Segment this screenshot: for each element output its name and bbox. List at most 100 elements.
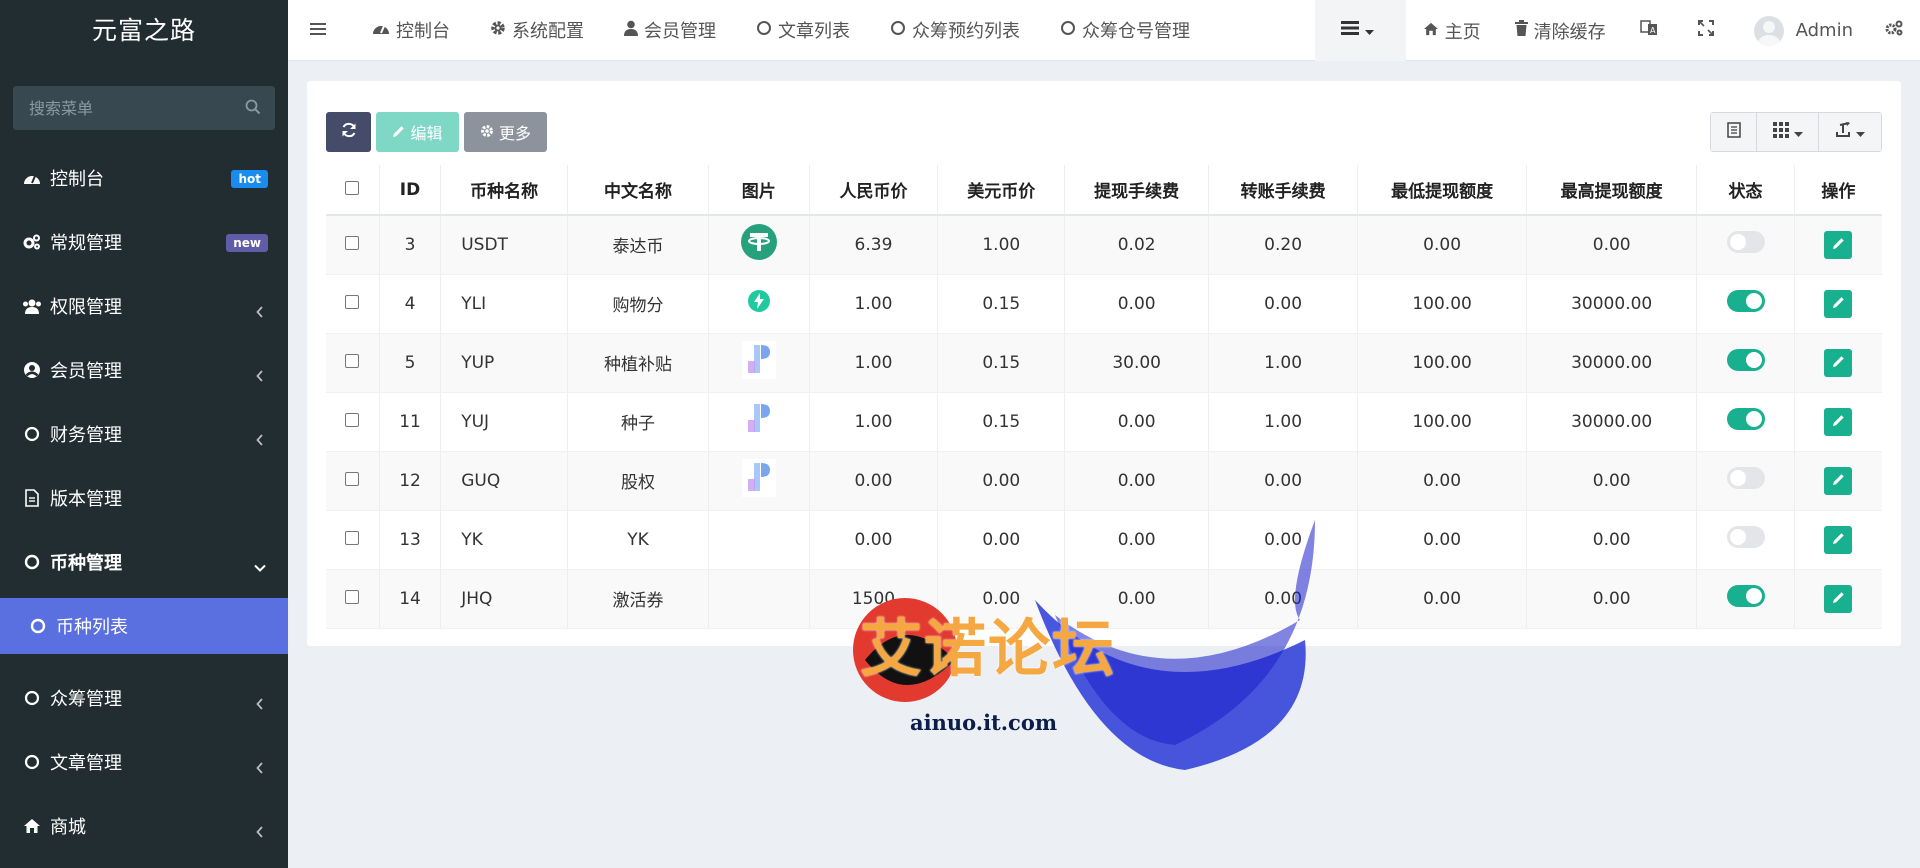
status-cell bbox=[1696, 274, 1795, 334]
row-checkbox[interactable] bbox=[345, 589, 360, 604]
status-toggle[interactable] bbox=[1726, 408, 1765, 430]
row-checkbox[interactable] bbox=[345, 235, 360, 250]
cell-usd: 0.15 bbox=[937, 392, 1066, 452]
table-row[interactable]: 12 GUQ 股权 0.00 0.00 0.00 0.00 0.00 0.00 bbox=[326, 451, 1882, 511]
toggle-view-button[interactable] bbox=[1711, 113, 1757, 151]
more-button[interactable]: 更多 bbox=[464, 112, 547, 152]
sidebar-item-label: 币种列表 bbox=[56, 617, 128, 638]
cell-tfee: 0.00 bbox=[1208, 274, 1359, 334]
pencil-icon bbox=[1832, 471, 1845, 491]
col-header[interactable]: 操作 bbox=[1794, 165, 1882, 216]
col-header[interactable]: 中文名称 bbox=[567, 165, 709, 216]
cell-name: 种植补贴 bbox=[567, 333, 709, 393]
tab-articles[interactable]: 文章列表 bbox=[736, 0, 870, 61]
currency-image-cell bbox=[708, 510, 810, 570]
sidebar-item-general[interactable]: 常规管理 new bbox=[0, 210, 288, 274]
sidebar-item-version[interactable]: 版本管理 bbox=[0, 466, 288, 530]
app-logo[interactable]: 元富之路 bbox=[0, 0, 288, 61]
search-icon[interactable] bbox=[245, 99, 261, 119]
sidebar-item-finance[interactable]: 财务管理 bbox=[0, 402, 288, 466]
row-edit-button[interactable] bbox=[1824, 348, 1853, 377]
table-row[interactable]: 11 YUJ 种子 1.00 0.15 0.00 1.00 100.00 30000.00 bbox=[326, 392, 1882, 452]
sidebar-item-label: 版本管理 bbox=[50, 489, 122, 510]
table-tools bbox=[1710, 112, 1882, 152]
status-toggle[interactable] bbox=[1726, 290, 1765, 312]
row-checkbox[interactable] bbox=[345, 294, 360, 309]
status-toggle[interactable] bbox=[1726, 467, 1765, 489]
col-header[interactable]: 转账手续费 bbox=[1208, 165, 1359, 216]
row-edit-button[interactable] bbox=[1824, 466, 1853, 495]
actions-cell bbox=[1794, 451, 1882, 511]
row-checkbox[interactable] bbox=[345, 412, 360, 427]
pencil-icon bbox=[1832, 353, 1845, 373]
sidebar-item-dashboard[interactable]: 控制台 hot bbox=[0, 146, 288, 210]
row-checkbox[interactable] bbox=[345, 471, 360, 486]
sidebar-item-members[interactable]: 会员管理 bbox=[0, 338, 288, 402]
col-header[interactable]: 图片 bbox=[708, 165, 810, 216]
row-edit-button[interactable] bbox=[1824, 407, 1853, 436]
language-button[interactable]: A bbox=[1623, 0, 1681, 61]
refresh-button[interactable] bbox=[326, 112, 371, 152]
tabs-dropdown-button[interactable] bbox=[1314, 0, 1406, 61]
col-header[interactable]: ID bbox=[379, 165, 442, 216]
status-toggle[interactable] bbox=[1726, 349, 1765, 371]
home-link[interactable]: 主页 bbox=[1406, 0, 1498, 61]
tab-crowdfunding-reservations[interactable]: 众筹预约列表 bbox=[870, 0, 1040, 61]
tab-dashboard[interactable]: 控制台 bbox=[352, 0, 470, 61]
sidebar-toggle-button[interactable] bbox=[288, 0, 352, 61]
status-toggle[interactable] bbox=[1726, 585, 1765, 607]
tab-system-config[interactable]: 系统配置 bbox=[470, 0, 604, 61]
table-row[interactable]: 3 USDT 泰达币 6.39 1.00 0.02 0.20 0.00 0.00 bbox=[326, 215, 1882, 275]
cell-usd: 0.00 bbox=[937, 451, 1066, 511]
sidebar-item-permissions[interactable]: 权限管理 bbox=[0, 274, 288, 338]
user-icon bbox=[624, 20, 644, 41]
col-header[interactable]: 最低提现额度 bbox=[1357, 165, 1528, 216]
row-checkbox[interactable] bbox=[345, 530, 360, 545]
sidebar-item-crowdfunding[interactable]: 众筹管理 bbox=[0, 666, 288, 730]
fullscreen-button[interactable] bbox=[1681, 0, 1737, 61]
col-header[interactable]: 币种名称 bbox=[440, 165, 569, 216]
row-edit-button[interactable] bbox=[1824, 584, 1853, 613]
status-toggle[interactable] bbox=[1726, 526, 1765, 548]
table-row[interactable]: 13 YK YK 0.00 0.00 0.00 0.00 0.00 0.00 bbox=[326, 510, 1882, 570]
export-button[interactable] bbox=[1819, 113, 1881, 151]
cell-tfee: 0.20 bbox=[1208, 215, 1359, 275]
edit-button[interactable]: 编辑 bbox=[376, 112, 459, 152]
col-header[interactable]: 最高提现额度 bbox=[1526, 165, 1698, 216]
sidebar-item-articles[interactable]: 文章管理 bbox=[0, 730, 288, 794]
p-logo-icon bbox=[741, 459, 776, 502]
actions-cell bbox=[1794, 215, 1882, 275]
cell-code: GUQ bbox=[440, 451, 569, 511]
clear-cache-button[interactable]: 清除缓存 bbox=[1498, 0, 1623, 61]
actions-cell bbox=[1794, 333, 1882, 393]
row-edit-button[interactable] bbox=[1824, 230, 1853, 259]
col-header[interactable]: 提现手续费 bbox=[1064, 165, 1210, 216]
table-row[interactable]: 4 YLI 购物分 1.00 0.15 0.00 0.00 100.00 30000.00 bbox=[326, 274, 1882, 334]
col-header[interactable]: 人民币价 bbox=[809, 165, 939, 216]
settings-button[interactable] bbox=[1870, 0, 1920, 61]
currency-image-cell bbox=[708, 333, 810, 393]
status-cell bbox=[1696, 569, 1795, 629]
row-edit-button[interactable] bbox=[1824, 289, 1853, 318]
cell-min: 0.00 bbox=[1357, 510, 1528, 570]
sidebar-item-currency-list[interactable]: 币种列表 bbox=[0, 598, 288, 654]
sidebar-item-shop[interactable]: 商城 bbox=[0, 794, 288, 858]
currency-image-cell bbox=[708, 569, 810, 629]
cell-code: YLI bbox=[440, 274, 569, 334]
cell-max: 30000.00 bbox=[1526, 392, 1698, 452]
tab-members[interactable]: 会员管理 bbox=[604, 0, 736, 61]
menu-search-input[interactable] bbox=[13, 86, 233, 130]
columns-button[interactable] bbox=[1757, 113, 1819, 151]
tab-crowdfunding-warehouse[interactable]: 众筹仓号管理 bbox=[1040, 0, 1210, 61]
sidebar-item-label: 控制台 bbox=[50, 169, 104, 190]
table-row[interactable]: 5 YUP 种植补贴 1.00 0.15 30.00 1.00 100.00 30000.00 bbox=[326, 333, 1882, 393]
row-checkbox[interactable] bbox=[345, 353, 360, 368]
select-all-checkbox[interactable] bbox=[345, 180, 360, 195]
col-header[interactable]: 状态 bbox=[1696, 165, 1795, 216]
sidebar-item-currency[interactable]: 币种管理 bbox=[0, 530, 288, 594]
user-menu[interactable]: Admin bbox=[1737, 0, 1870, 61]
row-edit-button[interactable] bbox=[1824, 525, 1853, 554]
status-toggle[interactable] bbox=[1726, 231, 1765, 254]
grid-icon bbox=[1772, 122, 1789, 142]
col-header[interactable]: 美元币价 bbox=[937, 165, 1066, 216]
